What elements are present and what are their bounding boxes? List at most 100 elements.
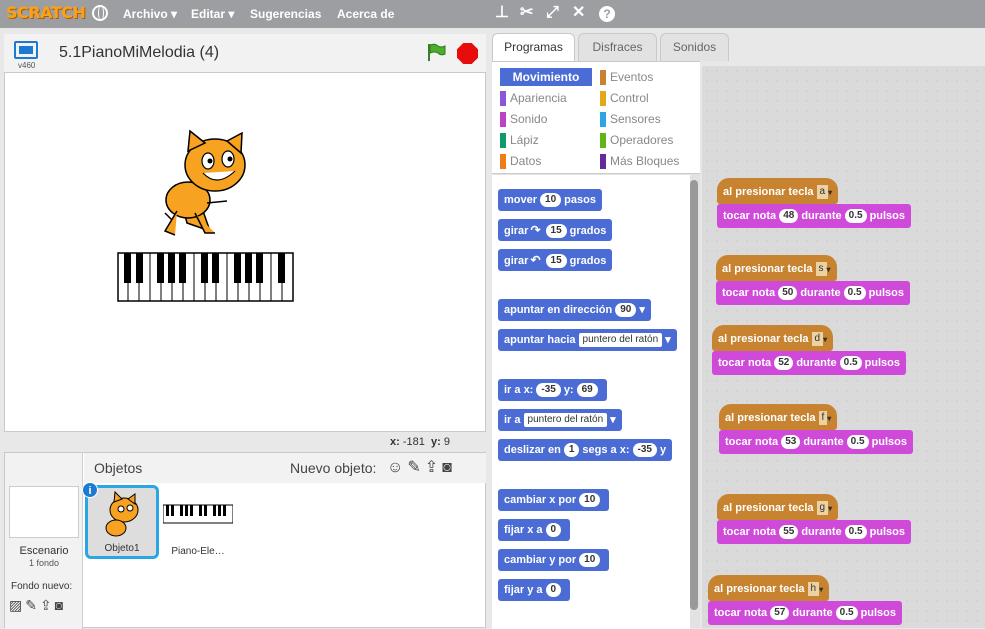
play-note-block[interactable]: tocar nota 53 durante 0.5 pulsos (719, 430, 914, 454)
stage-thumbnail[interactable] (9, 486, 79, 538)
menu-archivo[interactable]: Archivo ▾ (123, 7, 177, 21)
play-note-block[interactable]: tocar nota 57 durante 0.5 pulsos (708, 601, 903, 625)
block-cambiar-x[interactable]: cambiar x por 10 (498, 489, 610, 511)
duplicate-stamp-icon[interactable]: ⊥ (495, 5, 509, 21)
note-input[interactable]: 52 (774, 356, 794, 370)
stage-canvas[interactable] (4, 72, 486, 432)
category-sensores[interactable]: Sensores (600, 110, 661, 128)
beats-input[interactable]: 0.5 (844, 525, 867, 539)
hat-block-key-press[interactable]: al presionar tecla g ▾ (717, 494, 839, 520)
block-cambiar-y[interactable]: cambiar y por 10 (498, 549, 610, 571)
category-datos[interactable]: Datos (500, 152, 541, 170)
paint-sprite-icon[interactable]: ✎ (407, 459, 424, 476)
note-input[interactable]: 50 (778, 286, 798, 300)
camera-sprite-icon[interactable]: ◙ (442, 459, 456, 476)
block-apuntar-direccion[interactable]: apuntar en dirección 90 ▾ (498, 299, 651, 321)
play-note-block[interactable]: tocar nota 50 durante 0.5 pulsos (716, 281, 911, 305)
beats-input[interactable]: 0.5 (843, 286, 866, 300)
grow-icon[interactable]: ⤢ (546, 5, 559, 21)
globe-icon[interactable] (92, 5, 108, 21)
sprite-library-icon[interactable]: ☺ (387, 459, 407, 476)
cat-sprite[interactable] (163, 129, 246, 236)
hat-block-key-press[interactable]: al presionar tecla d ▾ (712, 325, 834, 351)
category-color-bar (600, 133, 606, 148)
category-color-bar (500, 91, 506, 106)
key-dropdown[interactable]: a (816, 185, 829, 199)
stage-column[interactable]: Escenario 1 fondo Fondo nuevo: ▨✎⇪◙ (5, 453, 83, 629)
category-label: Apariencia (510, 91, 567, 105)
piano-sprite[interactable] (117, 252, 294, 302)
shrink-icon[interactable]: ✕ (572, 5, 585, 21)
beats-input[interactable]: 0.5 (846, 435, 869, 449)
block-ir-a[interactable]: ir a puntero del ratón ▾ (498, 409, 622, 431)
help-icon[interactable]: ? (599, 6, 615, 22)
palette-scrollbar[interactable] (690, 180, 698, 610)
delete-scissors-icon[interactable]: ✂ (520, 5, 533, 21)
script-area[interactable]: al presionar tecla a ▾ tocar nota 48 durante 0… (702, 66, 985, 628)
menu-acerca-de[interactable]: Acerca de (337, 7, 394, 21)
sprite-name: Piano-Ele… (171, 546, 225, 557)
project-title[interactable]: 5.1PianoMiMelodia (4) (59, 44, 219, 62)
block-ir-a-xy[interactable]: ir a x: -35 y: 69 (498, 379, 607, 401)
category-label: Control (610, 91, 649, 105)
sprite-name: Objeto1 (104, 543, 140, 554)
category-sonido[interactable]: Sonido (500, 110, 547, 128)
category-color-bar (500, 133, 506, 148)
category-lápiz[interactable]: Lápiz (500, 131, 539, 149)
hat-label: al presionar tecla (723, 502, 814, 514)
during-label: durante (801, 526, 842, 538)
beats-input[interactable]: 0.5 (839, 356, 862, 370)
key-dropdown[interactable]: h (807, 582, 820, 596)
sprite-tile-objeto1[interactable]: i Objeto1 (82, 482, 159, 559)
play-note-block[interactable]: tocar nota 52 durante 0.5 pulsos (712, 351, 907, 375)
key-dropdown[interactable]: d (811, 332, 824, 346)
hat-block-key-press[interactable]: al presionar tecla a ▾ (717, 178, 839, 204)
tab-programas[interactable]: Programas (492, 33, 575, 63)
block-deslizar[interactable]: deslizar en 1 segs a x: -35 y (498, 439, 673, 461)
menu-editar[interactable]: Editar ▾ (191, 7, 234, 21)
beats-input[interactable]: 0.5 (844, 209, 867, 223)
tab-sonidos[interactable]: Sonidos (660, 33, 729, 61)
sprite-tile-piano[interactable]: Piano-Ele… (161, 485, 235, 559)
upload-sprite-icon[interactable]: ⇪ (425, 459, 442, 476)
category-operadores[interactable]: Operadores (600, 131, 673, 149)
block-mover[interactable]: mover 10 pasos (498, 189, 602, 211)
hat-block-key-press[interactable]: al presionar tecla h ▾ (708, 575, 830, 601)
blocks-list: mover 10 pasos girar ↷ 15 grados girar ↶ 15 grad… (492, 175, 690, 629)
category-eventos[interactable]: Eventos (600, 68, 653, 86)
scratch-logo[interactable]: SCRATCH (6, 3, 86, 22)
note-input[interactable]: 57 (770, 606, 790, 620)
menu-sugerencias[interactable]: Sugerencias (250, 7, 321, 21)
category-movimiento[interactable]: Movimiento (500, 68, 592, 86)
block-fijar-y[interactable]: fijar y a0 (498, 579, 571, 601)
beats-input[interactable]: 0.5 (835, 606, 858, 620)
block-apuntar-hacia[interactable]: apuntar hacia puntero del ratón ▾ (498, 329, 677, 351)
category-control[interactable]: Control (600, 89, 649, 107)
block-fijar-x[interactable]: fijar x a0 (498, 519, 571, 541)
play-note-block[interactable]: tocar nota 55 durante 0.5 pulsos (717, 520, 912, 544)
hat-block-key-press[interactable]: al presionar tecla f ▾ (719, 404, 838, 430)
stop-icon[interactable] (457, 43, 478, 64)
paint-backdrop-icon[interactable]: ✎ (25, 597, 40, 613)
stage-name: Escenario (19, 545, 69, 557)
upload-backdrop-icon[interactable]: ⇪ (40, 597, 55, 613)
block-girar-izquierda[interactable]: girar ↶ 15 grados (498, 249, 613, 271)
sprites-panel: Escenario 1 fondo Fondo nuevo: ▨✎⇪◙ Obje… (4, 452, 486, 629)
note-input[interactable]: 48 (779, 209, 799, 223)
category-más-bloques[interactable]: Más Bloques (600, 152, 679, 170)
tab-disfraces[interactable]: Disfraces (578, 33, 657, 61)
camera-backdrop-icon[interactable]: ◙ (55, 597, 66, 613)
block-girar-derecha[interactable]: girar ↷ 15 grados (498, 219, 613, 241)
fullscreen-icon[interactable] (14, 41, 38, 59)
category-apariencia[interactable]: Apariencia (500, 89, 567, 107)
key-dropdown[interactable]: f (818, 411, 828, 425)
hat-block-key-press[interactable]: al presionar tecla s ▾ (716, 255, 837, 281)
key-dropdown[interactable]: g (816, 501, 829, 515)
key-dropdown[interactable]: s (815, 262, 827, 276)
stage-backdrop-count: 1 fondo (28, 558, 60, 568)
note-input[interactable]: 55 (779, 525, 799, 539)
note-input[interactable]: 53 (781, 435, 801, 449)
green-flag-icon[interactable] (426, 42, 446, 62)
play-note-block[interactable]: tocar nota 48 durante 0.5 pulsos (717, 204, 912, 228)
backdrop-library-icon[interactable]: ▨ (9, 597, 25, 613)
